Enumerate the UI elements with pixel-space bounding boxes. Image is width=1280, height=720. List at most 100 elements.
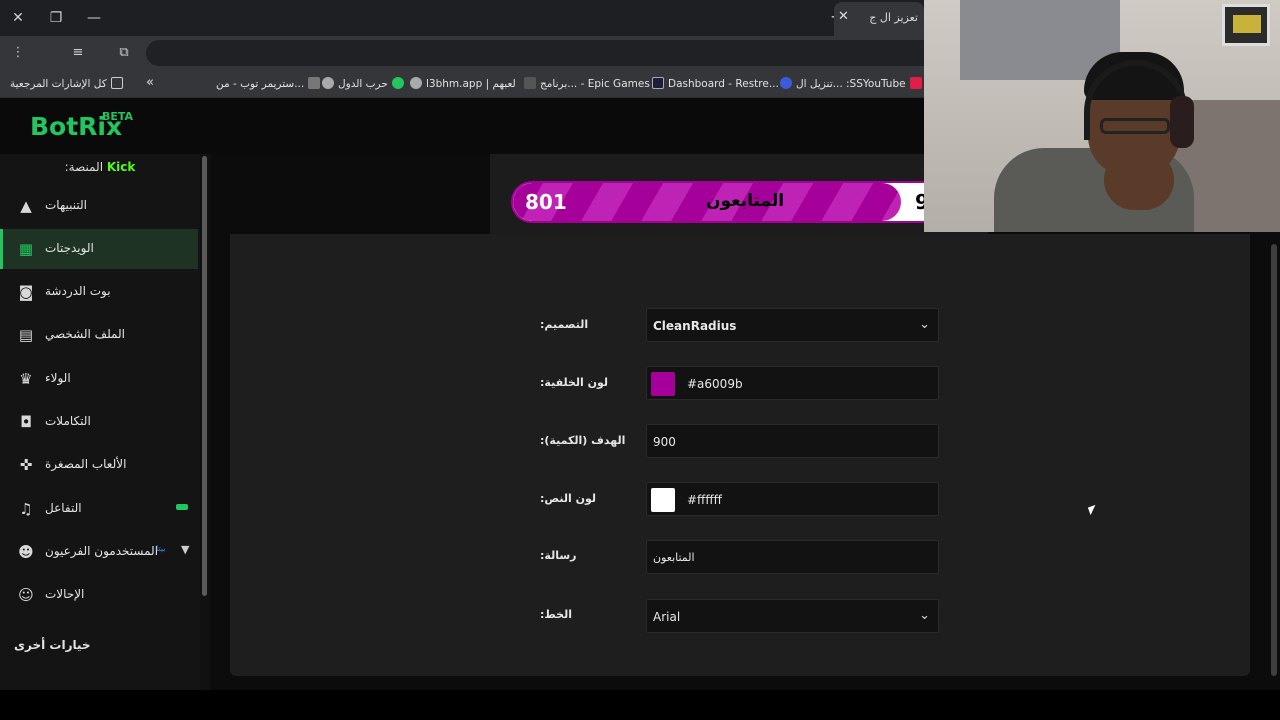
sidebar-item-referrals[interactable]: ☺ الإحالات: [0, 575, 198, 615]
sidebar-item-label: الألعاب المصغرة: [45, 457, 127, 471]
sidebar-item-subusers[interactable]: ☻ المستخدمون الفرعيون بيتا ▼: [0, 532, 198, 572]
tab-title: تعزيز ال ج: [869, 11, 918, 24]
id-card-icon: ▤: [18, 326, 34, 344]
message-value: المتابعون: [653, 551, 695, 564]
extensions-icon[interactable]: ⧉: [114, 43, 134, 63]
headset-earcup: [1170, 96, 1194, 148]
sidebar-item-widgets[interactable]: ▦ الويدجتات: [0, 229, 198, 269]
text-color-swatch[interactable]: [651, 488, 675, 512]
bookmark-war[interactable]: حرب الدول: [318, 77, 408, 90]
goal-current-value: 801: [525, 190, 567, 214]
bg-color-label: :لون الخلفية: [540, 376, 609, 389]
sidebar-item-label: التفاعل: [45, 501, 82, 515]
sidebar-item-chatbot[interactable]: ◙ بوت الدردشة: [0, 272, 198, 312]
design-select-value: CleanRadius: [653, 319, 737, 333]
site-icon: [391, 77, 404, 89]
sidebar-item-loyalty[interactable]: ♛ الولاء: [0, 359, 198, 399]
font-select-value: Arial: [653, 610, 681, 624]
bookmark-l3bhm[interactable]: l3bhm.app | لعبهم: [406, 77, 516, 90]
sidebar-item-label: الولاء: [45, 371, 71, 385]
webcam-overlay: [924, 0, 1280, 232]
widgets-icon: ▦: [18, 240, 34, 258]
site-icon: [524, 77, 536, 89]
app-header: BotRix BETA: [0, 98, 924, 154]
bookmark-ssyoutube[interactable]: تنزيل ال... :SSYouTube: [776, 77, 926, 90]
bottom-strip: [0, 690, 1280, 720]
sidebar-item-profile[interactable]: ▤ الملف الشخصي: [0, 315, 198, 355]
text-color-field[interactable]: #ffffff: [646, 482, 939, 516]
wall-frame: [1222, 4, 1270, 46]
browser-tab[interactable]: ✕ تعزيز ال ج: [834, 2, 924, 36]
sidebar: :المنصة Kick ▲ التنبيهات ▦ الويدجتات ◙ ب…: [0, 154, 200, 690]
menu-dots-icon[interactable]: ⋮: [8, 43, 28, 63]
platform-indicator[interactable]: :المنصة Kick: [0, 160, 200, 174]
gamepad-icon: ✜: [19, 456, 33, 474]
sidebar-item-label: التكاملات: [45, 414, 91, 428]
bookmark-streamer-top[interactable]: ستريمر توب - من...: [216, 77, 324, 90]
streamer-hand: [1104, 150, 1174, 210]
site-icon: [909, 77, 922, 89]
sidebar-item-label: بوت الدردشة: [45, 284, 111, 298]
text-color-label: :لون النص: [540, 492, 597, 505]
close-window-icon[interactable]: ✕: [8, 8, 28, 28]
bg-color-value: #a6009b: [687, 377, 743, 391]
sidebar-item-label: الويدجتات: [45, 241, 94, 255]
restore-window-icon[interactable]: ❐: [46, 8, 66, 28]
sidebar-scroll-thumb[interactable]: [202, 156, 207, 596]
site-icon: [652, 77, 664, 89]
site-icon: [780, 77, 792, 89]
warning-icon: ▲: [20, 197, 32, 215]
sidebar-item-label: الملف الشخصي: [45, 327, 125, 341]
tab-close-icon[interactable]: ✕: [838, 9, 849, 24]
platform-value: Kick: [106, 160, 136, 174]
referral-icon: ☺: [18, 586, 34, 604]
other-options-heading: خيارات أخرى: [14, 638, 91, 652]
chevron-left-icon[interactable]: «: [146, 75, 154, 90]
design-label: :التصميم: [540, 318, 589, 331]
bg-color-field[interactable]: #a6009b: [646, 366, 939, 400]
bookmark-restream[interactable]: Dashboard - Restre...: [648, 77, 779, 90]
trophy-icon: ♛: [19, 370, 33, 388]
sidebar-item-label: الإحالات: [45, 587, 85, 601]
globe-icon: [410, 77, 422, 89]
bg-color-swatch[interactable]: [651, 372, 675, 396]
font-select[interactable]: Arial ⌄: [646, 599, 939, 633]
new-badge: [176, 504, 188, 510]
bookmark-epic[interactable]: برنامج... - Epic Games: [520, 77, 650, 90]
address-bar[interactable]: [146, 40, 924, 66]
beta-label: BETA: [102, 110, 134, 123]
bookmark-all[interactable]: كل الإشارات المرجعية: [10, 77, 127, 90]
globe-icon: [322, 77, 334, 89]
goal-message: المتابعون: [706, 191, 785, 211]
chevron-down-icon[interactable]: ▼: [181, 543, 189, 556]
sidebar-item-alerts[interactable]: ▲ التنبيهات: [0, 186, 198, 226]
platform-label: :المنصة: [64, 160, 104, 174]
sidebar-item-interaction[interactable]: ♫ التفاعل: [0, 489, 198, 529]
font-label: :الخط: [540, 608, 573, 621]
goal-amount-value: 900: [653, 435, 676, 449]
message-label: :رسالة: [540, 549, 577, 562]
goal-widget-preview: 801 المتابعون 9: [511, 181, 951, 223]
sidebar-item-label: المستخدمون الفرعيون: [45, 544, 159, 558]
integration-icon: ◘: [20, 413, 32, 431]
folder-icon: [110, 77, 123, 89]
reading-list-icon[interactable]: ≡: [68, 43, 88, 63]
sidebar-item-minigames[interactable]: ✜ الألعاب المصغرة: [0, 445, 198, 485]
goal-amount-input[interactable]: 900: [646, 424, 939, 458]
browser-titlebar: ✕ ❐ — + ✕ تعزيز ال ج: [0, 0, 924, 36]
beta-tag: بيتا: [156, 544, 166, 553]
chevron-down-icon: ⌄: [919, 608, 930, 623]
bookmarks-bar: كل الإشارات المرجعية « ستريمر توب - من..…: [0, 70, 924, 98]
design-select[interactable]: CleanRadius ⌄: [646, 308, 939, 342]
goal-amount-label: :الهدف (الكمية): [540, 434, 626, 447]
sidebar-item-integrations[interactable]: ◘ التكاملات: [0, 402, 198, 442]
minimize-window-icon[interactable]: —: [84, 8, 104, 28]
message-input[interactable]: المتابعون: [646, 540, 939, 574]
users-icon: ☻: [18, 543, 34, 561]
chevron-down-icon: ⌄: [919, 317, 930, 332]
robot-icon: ◙: [18, 283, 34, 301]
text-color-value: #ffffff: [687, 493, 722, 507]
main-scroll-thumb[interactable]: [1271, 244, 1277, 676]
sidebar-item-label: التنبيهات: [45, 198, 87, 212]
glasses: [1100, 118, 1170, 134]
